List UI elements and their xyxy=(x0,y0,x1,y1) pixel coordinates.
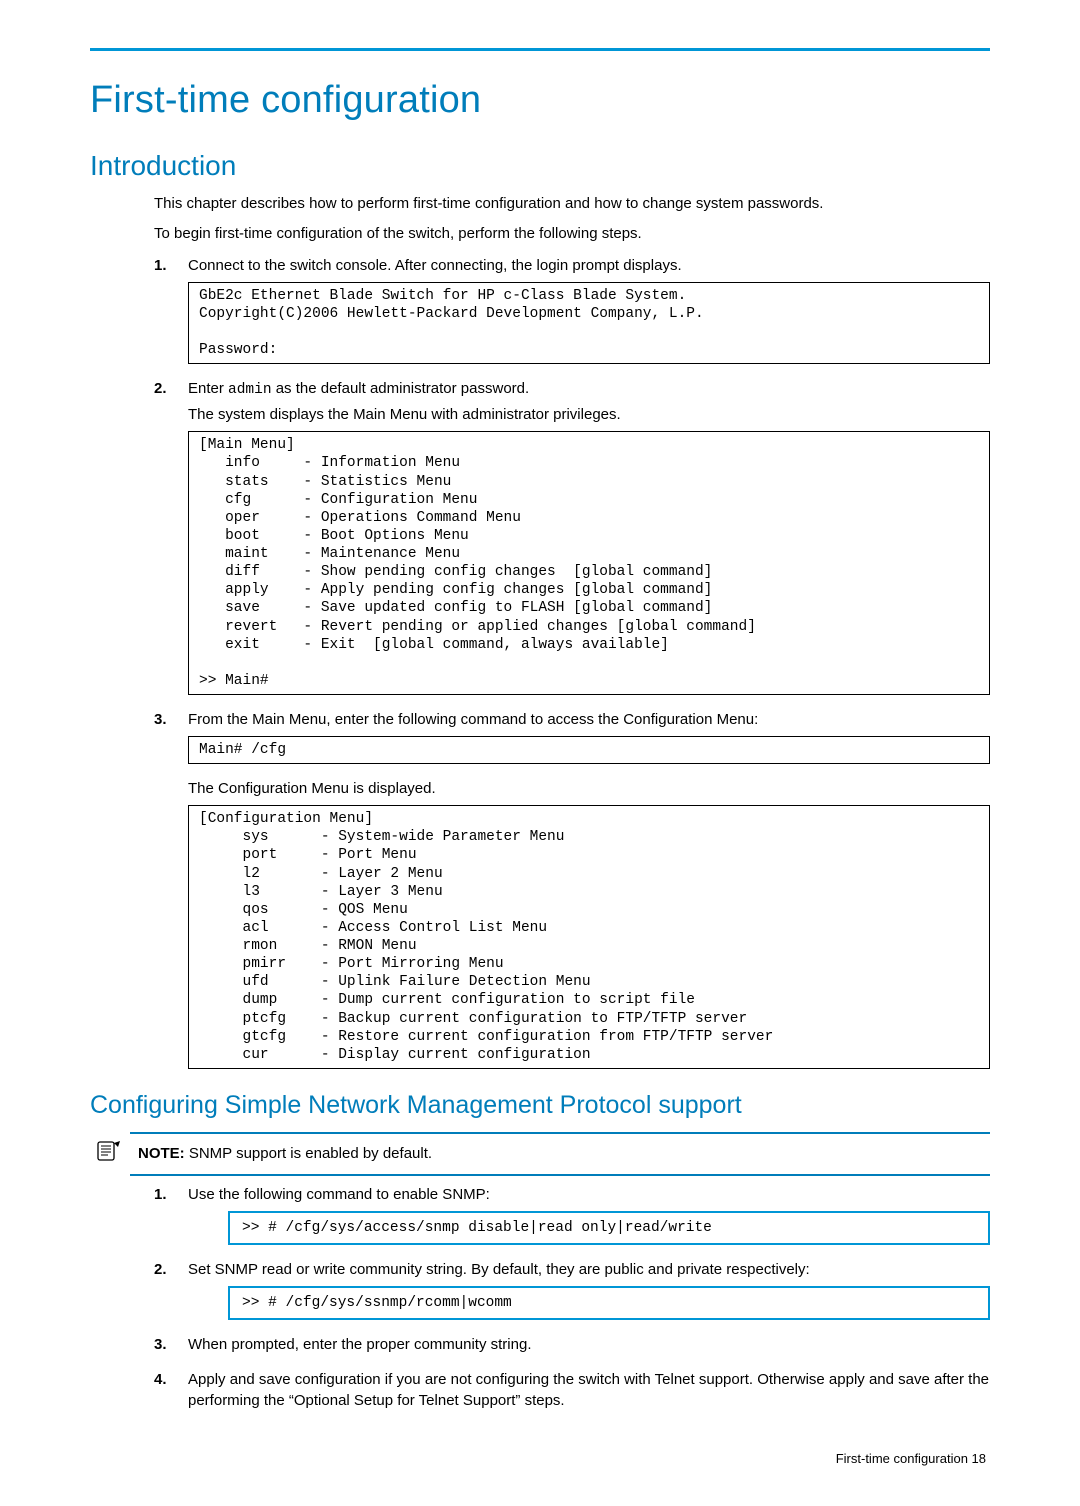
step-subtext: The Configuration Menu is displayed. xyxy=(188,778,990,799)
section-heading-snmp: Configuring Simple Network Management Pr… xyxy=(90,1091,990,1120)
snmp-step-2: 2. Set SNMP read or write community stri… xyxy=(154,1259,990,1320)
snmp-step-3: 3. When prompted, enter the proper commu… xyxy=(154,1334,990,1355)
intro-content: This chapter describes how to perform fi… xyxy=(154,194,990,1069)
cfg-command-code: Main# /cfg xyxy=(188,736,990,764)
intro-steps-list: 1. Connect to the switch console. After … xyxy=(154,255,990,1069)
note-body: SNMP support is enabled by default. xyxy=(185,1145,432,1162)
step-subtext: The system displays the Main Menu with a… xyxy=(188,404,990,425)
snmp-community-code: >> # /cfg/sys/ssnmp/rcomm|wcomm xyxy=(228,1286,990,1320)
main-menu-code: [Main Menu] info - Information Menu stat… xyxy=(188,431,990,695)
step-text-post: as the default administrator password. xyxy=(272,380,530,397)
step-text: Connect to the switch console. After con… xyxy=(188,257,682,274)
intro-step-1: 1. Connect to the switch console. After … xyxy=(154,255,990,365)
snmp-step-4: 4. Apply and save configuration if you a… xyxy=(154,1369,990,1411)
step-number: 1. xyxy=(154,255,167,276)
step-text: From the Main Menu, enter the following … xyxy=(188,711,758,728)
snmp-step-1: 1. Use the following command to enable S… xyxy=(154,1184,990,1245)
step-number: 2. xyxy=(154,378,167,399)
admin-literal: admin xyxy=(228,382,272,398)
step-number: 3. xyxy=(154,709,167,730)
intro-paragraph-2: To begin first-time configuration of the… xyxy=(154,224,990,244)
config-menu-code: [Configuration Menu] sys - System-wide P… xyxy=(188,805,990,1069)
snmp-steps-list: 1. Use the following command to enable S… xyxy=(154,1184,990,1411)
snmp-enable-code: >> # /cfg/sys/access/snmp disable|read o… xyxy=(228,1211,990,1245)
step-text: Apply and save configuration if you are … xyxy=(188,1371,989,1409)
step-text: Use the following command to enable SNMP… xyxy=(188,1186,490,1203)
intro-step-3: 3. From the Main Menu, enter the followi… xyxy=(154,709,990,1069)
page-footer: First-time configuration 18 xyxy=(90,1451,990,1466)
note-block: NOTE: SNMP support is enabled by default… xyxy=(130,1132,990,1176)
intro-step-2: 2. Enter admin as the default administra… xyxy=(154,378,990,695)
note-icon xyxy=(92,1140,126,1168)
step-number: 4. xyxy=(154,1369,167,1390)
login-prompt-code: GbE2c Ethernet Blade Switch for HP c-Cla… xyxy=(188,282,990,365)
step-text-pre: Enter xyxy=(188,380,228,397)
intro-paragraph-1: This chapter describes how to perform fi… xyxy=(154,194,990,214)
note-text: NOTE: SNMP support is enabled by default… xyxy=(138,1145,432,1162)
step-text: When prompted, enter the proper communit… xyxy=(188,1336,532,1353)
top-rule xyxy=(90,48,990,51)
step-number: 1. xyxy=(154,1184,167,1205)
step-number: 3. xyxy=(154,1334,167,1355)
page-container: First-time configuration Introduction Th… xyxy=(0,0,1080,1506)
page-title: First-time configuration xyxy=(90,79,990,122)
snmp-content: 1. Use the following command to enable S… xyxy=(154,1184,990,1411)
step-number: 2. xyxy=(154,1259,167,1280)
note-label: NOTE: xyxy=(138,1145,185,1162)
section-heading-intro: Introduction xyxy=(90,150,990,182)
step-text: Set SNMP read or write community string.… xyxy=(188,1261,810,1278)
